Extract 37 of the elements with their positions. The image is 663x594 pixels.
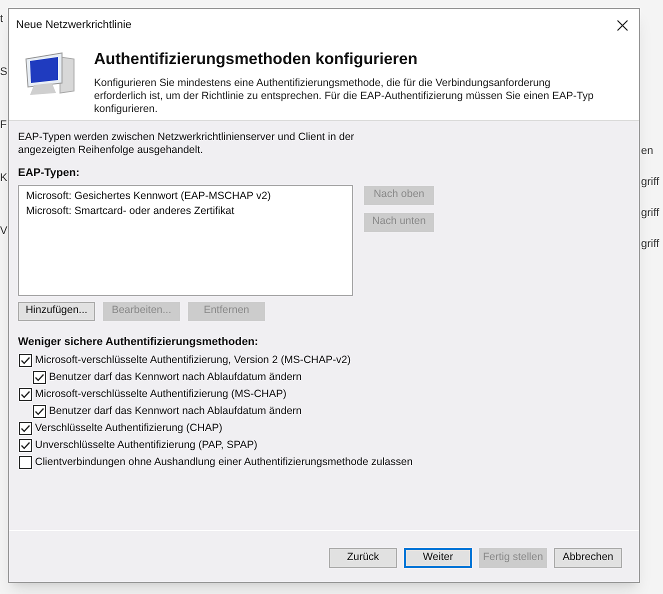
checkbox-label: Microsoft-verschlüsselte Authentifizierung, Version 2 (MS-CHAP-v2) xyxy=(35,352,351,368)
checkbox-label: Microsoft-verschlüsselte Authentifizierung (MS-CHAP) xyxy=(35,386,286,402)
window-title: Neue Netzwerkrichtlinie xyxy=(16,18,132,33)
list-item[interactable]: Microsoft: Gesichertes Kennwort (EAP-MSCHAP v2) xyxy=(26,188,271,204)
text-fragment: griff xyxy=(641,239,660,250)
checkbox[interactable] xyxy=(19,422,32,435)
list-item[interactable]: Microsoft: Smartcard- oder anderes Zertifikat xyxy=(26,204,234,218)
checkbox[interactable] xyxy=(19,456,32,469)
text-fragment: en xyxy=(641,146,654,157)
checkbox[interactable] xyxy=(33,371,46,384)
text-fragment: F xyxy=(0,120,8,131)
checkbox[interactable] xyxy=(19,439,32,452)
checkbox[interactable] xyxy=(19,354,32,367)
button[interactable]: Weiter xyxy=(404,548,472,568)
close-icon xyxy=(616,20,628,30)
section-label: EAP-Typen: xyxy=(18,166,81,181)
page-heading: Authentifizierungsmethoden konfigurieren xyxy=(94,50,419,70)
button[interactable]: Abbrechen xyxy=(554,548,622,568)
checkbox[interactable] xyxy=(19,388,32,401)
intro-text: EAP-Typen werden zwischen Netzwerkrichtlinienserver und Client in der angezeigten Reihenfolge ausgehandelt. xyxy=(18,131,356,157)
checkbox-label: Benutzer darf das Kennwort nach Ablaufdatum ändern xyxy=(49,404,302,419)
checkbox-label: Verschlüsselte Authentifizierung (CHAP) xyxy=(35,420,222,436)
text-fragment: S xyxy=(0,67,8,78)
eap-type-list[interactable]: Microsoft: Gesichertes Kennwort (EAP-MSCHAP v2) Microsoft: Smartcard- oder anderes Zertifikat xyxy=(18,184,353,296)
checkbox[interactable] xyxy=(33,405,46,418)
checkbox-label: Clientverbindungen ohne Aushandlung einer Authentifizierungsmethode zulassen xyxy=(35,454,413,470)
page-description: Konfigurieren Sie mindestens eine Authentifizierungsmethode, die für die Verbindungsanforderung erforderlich ist, um der Richtlinie zu entsprechen. Für die EAP-Authentifizierung müssen Sie einen EAP-Typ konfigurieren. xyxy=(94,77,595,116)
text-fragment: griff xyxy=(641,177,660,188)
button[interactable]: Hinzufügen... xyxy=(18,302,95,320)
text-fragment: t xyxy=(0,14,4,25)
checkbox-label: Unverschlüsselte Authentifizierung (PAP, SPAP) xyxy=(35,438,258,453)
section-label: Weniger sichere Authentifizierungsmethoden: xyxy=(18,334,260,350)
button[interactable]: Zurück xyxy=(329,548,397,568)
text-fragment: K xyxy=(0,173,8,184)
text-fragment: griff xyxy=(641,208,660,219)
text-fragment: V xyxy=(0,226,8,237)
checkbox-label: Benutzer darf das Kennwort nach Ablaufdatum ändern xyxy=(49,370,302,385)
